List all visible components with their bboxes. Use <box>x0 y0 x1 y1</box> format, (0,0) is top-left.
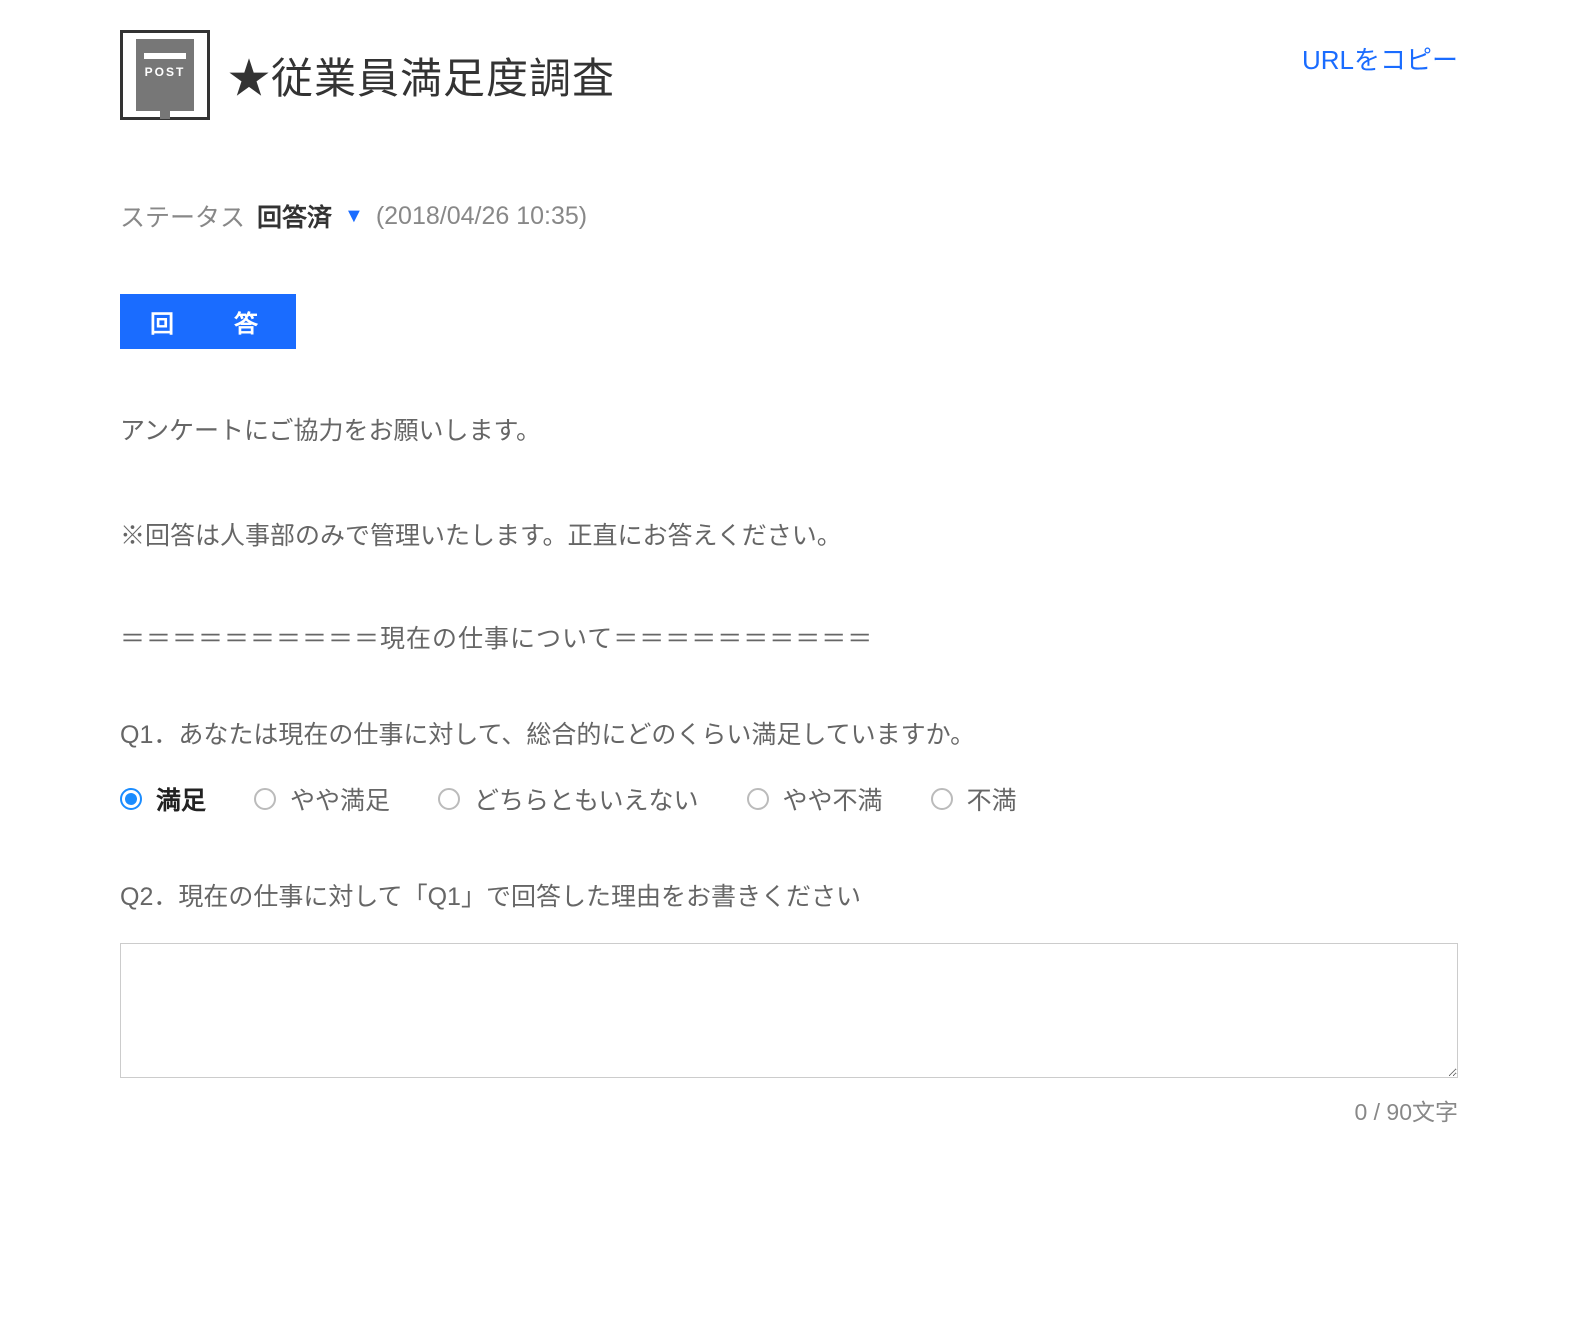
q1-option-1[interactable]: やや満足 <box>254 781 390 817</box>
q1-radio-group: 満足 やや満足 どちらともいえない やや不満 不満 <box>120 781 1458 817</box>
body-text: アンケートにご協力をお願いします。 ※回答は人事部のみで管理いたします。正直にお… <box>120 409 1458 559</box>
title-row: POST ★従業員満足度調査 <box>120 30 1458 120</box>
radio-label: 満足 <box>156 781 206 817</box>
radio-icon <box>931 788 953 810</box>
chevron-down-icon[interactable]: ▼ <box>344 205 364 228</box>
radio-label: やや不満 <box>783 781 883 817</box>
q1-option-0[interactable]: 満足 <box>120 781 206 817</box>
char-count: 0 / 90文字 <box>120 1093 1458 1127</box>
radio-label: やや満足 <box>290 781 390 817</box>
intro-text-1: アンケートにご協力をお願いします。 <box>120 409 1458 454</box>
q2-textarea[interactable] <box>120 943 1458 1078</box>
section-divider: ＝＝＝＝＝＝＝＝＝＝現在の仕事について＝＝＝＝＝＝＝＝＝＝ <box>120 619 1458 655</box>
tab-answer[interactable]: 回 答 <box>120 294 296 349</box>
copy-url-link[interactable]: URLをコピー <box>1302 40 1458 77</box>
status-date: (2018/04/26 10:35) <box>376 202 587 231</box>
radio-icon <box>747 788 769 810</box>
radio-icon <box>120 788 142 810</box>
status-label: ステータス <box>120 198 245 234</box>
status-value: 回答済 <box>257 198 332 234</box>
intro-text-2: ※回答は人事部のみで管理いたします。正直にお答えください。 <box>120 514 1458 559</box>
postbox-icon: POST <box>120 30 210 120</box>
radio-icon <box>254 788 276 810</box>
q1-option-2[interactable]: どちらともいえない <box>438 781 699 817</box>
page-title: ★従業員満足度調査 <box>228 45 615 106</box>
q1-option-4[interactable]: 不満 <box>931 781 1017 817</box>
question-q1: Q1．あなたは現在の仕事に対して、総合的にどのくらい満足していますか。 <box>120 715 1458 751</box>
radio-label: どちらともいえない <box>474 781 699 817</box>
question-q2: Q2．現在の仕事に対して「Q1」で回答した理由をお書きください <box>120 877 1458 913</box>
radio-icon <box>438 788 460 810</box>
radio-label: 不満 <box>967 781 1017 817</box>
status-row: ステータス 回答済 ▼ (2018/04/26 10:35) <box>120 198 1458 234</box>
form-container: URLをコピー POST ★従業員満足度調査 ステータス 回答済 ▼ (2018… <box>0 0 1578 1167</box>
postbox-icon-label: POST <box>136 65 194 79</box>
q1-option-3[interactable]: やや不満 <box>747 781 883 817</box>
